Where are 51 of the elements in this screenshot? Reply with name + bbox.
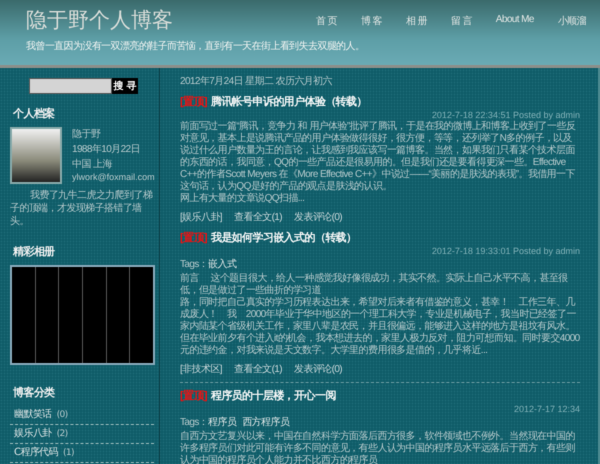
nav-link[interactable]: 小顺溜 [558, 14, 586, 28]
post-excerpt: 网上有大量的文章说QQ扫描... [180, 193, 306, 205]
nav-link[interactable]: 相 册 [406, 14, 427, 28]
tags-label: Tags： [180, 417, 208, 428]
comment-link[interactable]: 发表评论(0) [294, 210, 342, 224]
photo-album-strip[interactable] [10, 265, 155, 365]
tag-link[interactable]: 西方程序员 [242, 417, 290, 428]
category-link[interactable]: [非技术区] [180, 362, 222, 376]
section-heading: 个人档案 [13, 106, 56, 121]
post-meta: 2012-7-18 22:34:51 Posted by admin [430, 110, 580, 120]
tag-link[interactable]: 程序员 [208, 417, 236, 428]
avatar-photo-placeholder [10, 127, 62, 184]
search-button[interactable]: 搜 寻 [112, 78, 138, 94]
nav-link[interactable]: 博 客 [360, 14, 382, 28]
read-more-link[interactable]: 查看全文(1) [234, 362, 282, 376]
post-title[interactable]: 我是如何学习嵌入式的（转载） [210, 232, 357, 244]
pinned-label: [置顶] [180, 232, 207, 244]
category-count: (1) [62, 448, 74, 458]
comment-link[interactable]: 发表评论(0) [294, 362, 342, 376]
section-heading: 精彩相册 [13, 244, 56, 259]
profile-name: 隐于野 [72, 128, 102, 141]
pinned-label: [置顶] [180, 390, 207, 402]
profile-motto: 我费了九牛二虎之力爬到了梯子的顶端，才发现梯子搭错了墙头。 [10, 189, 153, 228]
post-meta: 2012-7-18 19:33:01 Posted by admin [430, 246, 580, 256]
category-link[interactable]: [娱乐八卦] [180, 210, 222, 224]
nav-link[interactable]: 首 页 [316, 14, 337, 28]
tag-link[interactable]: 嵌入式 [208, 259, 236, 270]
post-excerpt: 路，同时把自己真实的学习历程表达出来，希望对后来者有借鉴的意义，甚幸！ 工作三年、几成废人！ 我 2000年毕业于华中地区的一个理工科大学，专业是机械电子，我当时已经签了一家内陆某个省级机关工作，家里八辈是农民，并且很偏远，能够进入这样的地方是祖坟有风水。但在毕业前夕有个进入it的机会，我本想进去的，家里人极力反对，阻力可想而知。同时要交4000元的违约金，对我来说是天文数字。大学里的费用很多是借的，几乎将近... [180, 297, 580, 357]
section-heading: 博客分类 [13, 385, 56, 400]
post-excerpt: 前面写过一篇“腾讯，竞争力 和 用户体验”批评了腾讯，于是在我的微博上和博客上收到了一些反对意见，基本上是说腾讯产品的用户体验做得很好，很方便，等等，还列举了N多的例子，以及说过什么用户数量为王的言论，让我感到我应该写一篇博客。当然，如果我们只看某个技术层面的东西的话，我同意，QQ的一些产品还是很易用的。但是我们还是要看得更深一些。Effective C++的作者Scott Meyers 在《More Effective C++》中说过——“美丽的是肤浅的表现”。我借用一下这句话，认为QQ是好的产品的观点是肤浅的认识。 [180, 121, 576, 192]
nav-link[interactable]: 留 言 [450, 14, 472, 28]
category-link[interactable]: C程序代码 [14, 447, 58, 458]
tags-label: Tags： [180, 259, 208, 270]
post-title[interactable]: 程序员的十层楼，开心一阅 [210, 390, 336, 402]
profile-email: ylwork@foxmail.com [72, 172, 155, 182]
search-field[interactable] [29, 78, 112, 94]
read-more-link[interactable]: 查看全文(1) [234, 210, 282, 224]
profile-location: 中国 上海 [72, 158, 114, 171]
nav-link[interactable]: About Me [496, 14, 534, 28]
profile-birthday: 1988年10月22日 [72, 143, 141, 156]
date-heading: 2012年7月24日 星期二 农历六月初六 [180, 74, 334, 88]
post-excerpt: 前言 这个题目很大，给人一种感觉我好像很成功，其实不然。实际上自己水平不高，甚至很低，但是做过了一些曲折的学习道 [180, 273, 569, 296]
post-title[interactable]: 腾讯帐号申诉的用户体验（转载） [210, 96, 367, 108]
category-count: (2) [56, 429, 68, 439]
blog-title: 隐于野个人博客 [26, 7, 173, 34]
category-link[interactable]: 娱乐八卦 [14, 428, 52, 439]
blog-tagline: 我曾一直因为没有一双漂亮的鞋子而苦恼，直到有一天在街上看到失去双腿的人。 [26, 40, 366, 53]
category-link[interactable]: 幽默笑话 [14, 409, 52, 420]
pinned-label: [置顶] [180, 96, 207, 108]
category-count: (0) [56, 410, 68, 420]
post-meta: 2012-7-17 12:34 [512, 404, 580, 414]
